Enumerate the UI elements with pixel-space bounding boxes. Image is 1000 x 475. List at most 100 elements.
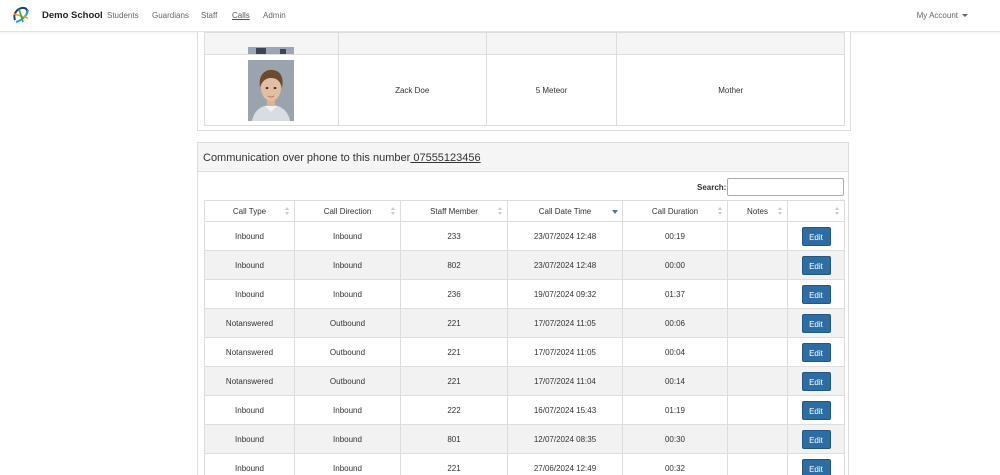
edit-button[interactable]: Edit: [801, 226, 831, 246]
cell-actions: Edit: [787, 424, 845, 454]
column-header-actions[interactable]: [787, 200, 845, 222]
my-account-label: My Account: [916, 11, 958, 20]
calls-table-body: Inbound Inbound 233 23/07/2024 12:48 00:19 Ed…: [204, 221, 845, 475]
guardian-relationship: Mother: [616, 54, 845, 126]
cell-notes: [727, 366, 788, 396]
column-header-call-duration[interactable]: Call Duration: [622, 200, 728, 222]
cell-call-duration: 00:14: [622, 366, 728, 396]
cell-call-direction: Inbound: [294, 250, 401, 280]
cell-actions: Edit: [787, 453, 845, 475]
cell-call-duration: 00:19: [622, 221, 728, 251]
cell-call-type: Notanswered: [204, 308, 295, 338]
column-header-notes[interactable]: Notes: [727, 200, 788, 222]
cell-actions: Edit: [787, 395, 845, 425]
cell-call-date-time: 17/07/2024 11:04: [507, 366, 623, 396]
cell-call-type: Inbound: [204, 424, 295, 454]
cell-actions: Edit: [787, 366, 845, 396]
cell-call-direction: Outbound: [294, 337, 401, 367]
cell-notes: [727, 424, 788, 454]
edit-button[interactable]: Edit: [801, 458, 831, 475]
cell-call-type: Inbound: [204, 250, 295, 280]
nav-calls[interactable]: Calls: [232, 11, 250, 20]
cell-call-direction: Inbound: [294, 279, 401, 309]
nav-staff[interactable]: Staff: [201, 11, 217, 20]
edit-button[interactable]: Edit: [801, 284, 831, 304]
edit-button[interactable]: Edit: [801, 255, 831, 275]
cell-call-type: Notanswered: [204, 366, 295, 396]
sort-icon: [778, 207, 783, 216]
cell-staff-member: 801: [400, 424, 508, 454]
cell-call-duration: 01:37: [622, 279, 728, 309]
cell-staff-member: 221: [400, 366, 508, 396]
phone-number-link[interactable]: 07555123456: [410, 152, 480, 164]
student-photo: [248, 59, 295, 121]
cell-notes: [727, 279, 788, 309]
cell-call-date-time: 17/07/2024 11:05: [507, 337, 623, 367]
column-header-call-type[interactable]: Call Type: [204, 200, 295, 222]
table-row: Inbound Inbound 801 12/07/2024 08:35 00:30 Ed…: [204, 424, 845, 454]
cell-call-type: Inbound: [204, 453, 295, 475]
cell-staff-member: 221: [400, 453, 508, 475]
nav-students[interactable]: Students: [107, 11, 139, 20]
cell-staff-member: 221: [400, 308, 508, 338]
nav-admin[interactable]: Admin: [263, 11, 286, 20]
cell-call-direction: Inbound: [294, 395, 401, 425]
cell-call-direction: Outbound: [294, 366, 401, 396]
cell-call-duration: 00:32: [622, 453, 728, 475]
guardian-row: Zack Doe 5 Meteor Mother: [204, 54, 845, 126]
my-account-dropdown[interactable]: My Account: [917, 11, 968, 20]
cell-call-direction: Inbound: [294, 221, 401, 251]
cell-actions: Edit: [787, 279, 845, 309]
table-row: Inbound Inbound 222 16/07/2024 15:43 01:19 Ed…: [204, 395, 845, 425]
caret-down-icon: [962, 14, 968, 18]
navbar: Demo School Students Guardians Staff Cal…: [0, 0, 1000, 32]
table-row: Inbound Inbound 802 23/07/2024 12:48 00:00 Ed…: [204, 250, 845, 280]
cell-actions: Edit: [787, 337, 845, 367]
search-label: Search:: [697, 183, 727, 192]
cell-call-type: Inbound: [204, 279, 295, 309]
cell-call-duration: 00:30: [622, 424, 728, 454]
cell-call-duration: 00:04: [622, 337, 728, 367]
column-header-call-direction[interactable]: Call Direction: [294, 200, 401, 222]
guardian-name: Zack Doe: [337, 54, 487, 126]
cell-call-date-time: 27/06/2024 12:49: [507, 453, 623, 475]
cell-notes: [727, 395, 788, 425]
cell-notes: [727, 250, 788, 280]
cell-call-date-time: 19/07/2024 09:32: [507, 279, 623, 309]
sort-desc-icon: [612, 210, 618, 214]
guardian-panel: Zack Doe 5 Meteor Mother: [197, 32, 851, 131]
sort-icon: [391, 207, 396, 216]
communication-title-text: Communication over phone to this number: [203, 152, 411, 164]
cell-actions: Edit: [787, 221, 845, 251]
cell-call-direction: Inbound: [294, 453, 401, 475]
table-row: Inbound Inbound 233 23/07/2024 12:48 00:19 Ed…: [204, 221, 845, 251]
brand-name[interactable]: Demo School: [42, 10, 103, 21]
cell-call-duration: 01:19: [622, 395, 728, 425]
edit-button[interactable]: Edit: [801, 429, 831, 449]
cell-call-date-time: 16/07/2024 15:43: [507, 395, 623, 425]
table-header-row: Call Type Call Direction Staff Member Ca…: [204, 200, 845, 222]
cell-call-type: Notanswered: [204, 337, 295, 367]
cell-call-date-time: 12/07/2024 08:35: [507, 424, 623, 454]
sort-icon: [285, 207, 290, 216]
search-input[interactable]: [727, 178, 844, 196]
cell-actions: Edit: [787, 308, 845, 338]
edit-button[interactable]: Edit: [801, 313, 831, 333]
sort-icon: [835, 207, 840, 216]
cell-actions: Edit: [787, 250, 845, 280]
column-header-call-date-time[interactable]: Call Date Time: [507, 200, 623, 222]
edit-button[interactable]: Edit: [801, 400, 831, 420]
nav-guardians[interactable]: Guardians: [152, 11, 189, 20]
cell-notes: [727, 453, 788, 475]
edit-button[interactable]: Edit: [801, 371, 831, 391]
school-logo-icon[interactable]: [12, 6, 30, 24]
sort-icon: [498, 207, 503, 216]
edit-button[interactable]: Edit: [801, 342, 831, 362]
communication-panel: Communication over phone to this number …: [197, 142, 849, 475]
cell-staff-member: 222: [400, 395, 508, 425]
table-row: Notanswered Outbound 221 17/07/2024 11:04 00…: [204, 366, 845, 396]
column-header-staff-member[interactable]: Staff Member: [400, 200, 508, 222]
guardian-table: Zack Doe 5 Meteor Mother: [204, 32, 845, 126]
cell-notes: [727, 337, 788, 367]
cell-call-type: Inbound: [204, 395, 295, 425]
